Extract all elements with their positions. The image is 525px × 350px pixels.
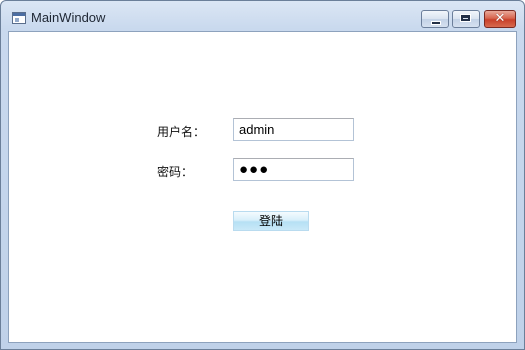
minimize-icon: [431, 21, 441, 25]
close-button[interactable]: ✕: [484, 10, 516, 28]
maximize-icon: [460, 14, 471, 22]
username-label: 用户名：: [157, 125, 206, 139]
window-app-icon[interactable]: [12, 12, 26, 24]
password-input[interactable]: ●●●: [233, 158, 354, 181]
username-input[interactable]: admin: [233, 118, 354, 141]
main-window: MainWindow ✕ 用户名： admin 密码： ●●● 登陆: [0, 0, 525, 350]
title-bar[interactable]: MainWindow ✕: [1, 1, 524, 31]
login-form: 用户名： admin 密码： ●●● 登陆: [8, 31, 517, 343]
window-title: MainWindow: [31, 10, 106, 25]
minimize-button[interactable]: [421, 10, 449, 28]
maximize-button[interactable]: [452, 10, 480, 28]
close-icon: ✕: [494, 11, 506, 26]
login-button[interactable]: 登陆: [233, 211, 309, 231]
password-label: 密码：: [157, 165, 194, 179]
